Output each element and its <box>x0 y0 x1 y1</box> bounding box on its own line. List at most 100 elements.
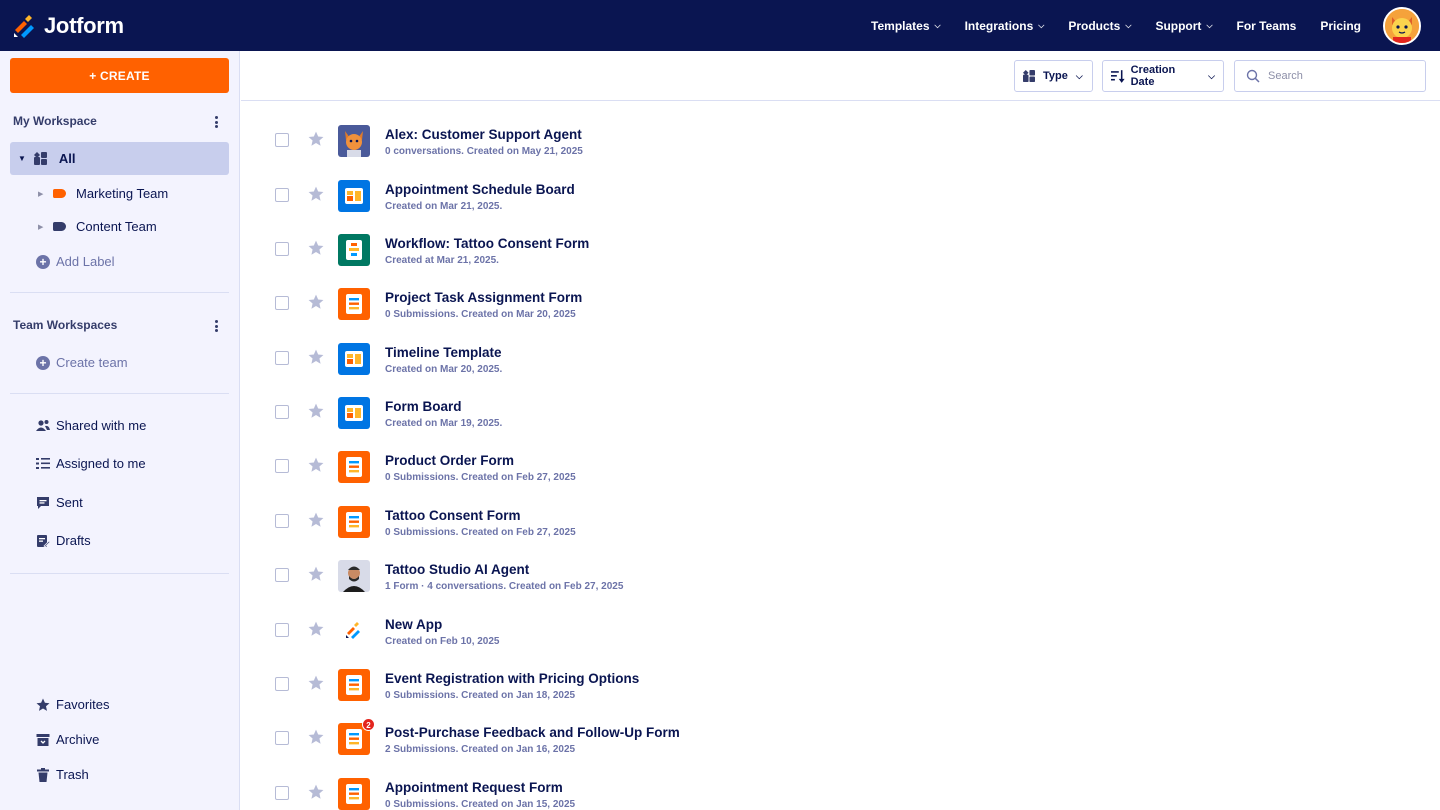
nav-templates[interactable]: Templates ⌵ <box>871 19 941 33</box>
favorite-star-icon[interactable] <box>308 349 324 365</box>
item-title[interactable]: Tattoo Consent Form <box>385 508 521 523</box>
chevron-down-icon: ⌵ <box>1206 20 1213 30</box>
favorite-star-icon[interactable] <box>308 675 324 691</box>
row-checkbox[interactable] <box>275 133 289 147</box>
create-team-button[interactable]: + Create team <box>36 355 128 370</box>
sidebar-item-shared-with-me[interactable]: Shared with me <box>36 418 146 433</box>
list-item[interactable]: Form Board Created on Mar 19, 2025. <box>241 373 1440 429</box>
list-item[interactable]: Workflow: Tattoo Consent Form Created at… <box>241 210 1440 266</box>
team-workspaces-title: Team Workspaces <box>13 318 118 332</box>
favorite-star-icon[interactable] <box>308 566 324 582</box>
sidebar-item-favorites[interactable]: Favorites <box>36 697 109 712</box>
row-checkbox[interactable] <box>275 405 289 419</box>
sidebar-item-drafts[interactable]: Drafts <box>36 533 91 548</box>
row-checkbox[interactable] <box>275 188 289 202</box>
jotform-logo[interactable]: Jotform <box>12 0 124 51</box>
item-title[interactable]: New App <box>385 617 442 632</box>
item-title[interactable]: Post-Purchase Feedback and Follow-Up For… <box>385 725 680 740</box>
favorite-star-icon[interactable] <box>308 294 324 310</box>
item-title[interactable]: Appointment Schedule Board <box>385 182 575 197</box>
list-item[interactable]: Tattoo Consent Form 0 Submissions. Creat… <box>241 482 1440 538</box>
favorite-star-icon[interactable] <box>308 457 324 473</box>
item-title[interactable]: Appointment Request Form <box>385 780 563 795</box>
form-icon <box>338 506 370 538</box>
item-title[interactable]: Form Board <box>385 399 462 414</box>
row-checkbox[interactable] <box>275 351 289 365</box>
sort-button[interactable]: Creation Date ⌵ <box>1102 60 1224 92</box>
favorite-star-icon[interactable] <box>308 403 324 419</box>
sidebar-item-marketing-team[interactable]: ▶ Marketing Team <box>38 186 168 201</box>
sidebar-item-trash[interactable]: Trash <box>36 767 89 782</box>
favorite-star-icon[interactable] <box>308 186 324 202</box>
sidebar-divider <box>10 573 229 574</box>
nav-pricing-label: Pricing <box>1320 18 1361 33</box>
list-item[interactable]: Timeline Template Created on Mar 20, 202… <box>241 319 1440 375</box>
list-item[interactable]: Appointment Request Form 0 Submissions. … <box>241 754 1440 810</box>
row-checkbox[interactable] <box>275 459 289 473</box>
jotform-logo-icon <box>14 14 34 38</box>
list-item[interactable]: Event Registration with Pricing Options … <box>241 645 1440 701</box>
row-checkbox[interactable] <box>275 296 289 310</box>
item-title[interactable]: Tattoo Studio AI Agent <box>385 562 529 577</box>
sidebar-item-archive[interactable]: Archive <box>36 732 99 747</box>
row-checkbox[interactable] <box>275 623 289 637</box>
shared-users-icon <box>36 420 50 431</box>
create-button[interactable]: + CREATE <box>10 58 229 93</box>
item-title[interactable]: Event Registration with Pricing Options <box>385 671 639 686</box>
user-avatar[interactable] <box>1383 6 1421 45</box>
sort-label: Creation Date <box>1130 64 1176 88</box>
list-toolbar: Type ⌵ Creation Date ⌵ <box>241 51 1440 101</box>
sidebar-item-assigned-to-me[interactable]: Assigned to me <box>36 456 146 471</box>
forms-list: Alex: Customer Support Agent 0 conversat… <box>241 101 1440 810</box>
caret-right-icon: ▶ <box>38 223 44 231</box>
favorite-star-icon[interactable] <box>308 621 324 637</box>
top-navigation-bar: Jotform Templates ⌵ Integrations ⌵ Product… <box>0 0 1440 51</box>
item-title[interactable]: Workflow: Tattoo Consent Form <box>385 236 589 251</box>
type-filter-button[interactable]: Type ⌵ <box>1014 60 1093 92</box>
nav-products[interactable]: Products ⌵ <box>1068 19 1131 33</box>
item-title[interactable]: Project Task Assignment Form <box>385 290 582 305</box>
chevron-down-icon: ⌵ <box>1038 20 1045 30</box>
list-item[interactable]: Tattoo Studio AI Agent 1 Form · 4 conver… <box>241 536 1440 592</box>
list-item[interactable]: 2 Post-Purchase Feedback and Follow-Up F… <box>241 699 1440 755</box>
sidebar-item-content-team[interactable]: ▶ Content Team <box>38 219 157 234</box>
nav-pricing[interactable]: Pricing <box>1320 19 1361 33</box>
row-checkbox[interactable] <box>275 786 289 800</box>
sidebar-item-sent[interactable]: Sent <box>36 495 83 510</box>
item-meta: 0 Submissions. Created on Jan 15, 2025 <box>385 799 576 810</box>
list-item[interactable]: Product Order Form 0 Submissions. Create… <box>241 427 1440 483</box>
item-title[interactable]: Timeline Template <box>385 345 502 360</box>
item-title[interactable]: Alex: Customer Support Agent <box>385 127 582 142</box>
nav-templates-label: Templates <box>871 18 930 33</box>
favorite-star-icon[interactable] <box>308 729 324 745</box>
add-label-button[interactable]: + Add Label <box>36 254 115 269</box>
app-icon <box>338 615 370 647</box>
nav-support[interactable]: Support ⌵ <box>1155 19 1212 33</box>
list-item[interactable]: New App Created on Feb 10, 2025 <box>241 591 1440 647</box>
list-item[interactable]: Appointment Schedule Board Created on Ma… <box>241 156 1440 212</box>
drafts-icon <box>37 534 50 548</box>
search-input[interactable] <box>1268 70 1418 82</box>
nav-for-teams[interactable]: For Teams <box>1237 19 1297 33</box>
favorite-star-icon[interactable] <box>308 240 324 256</box>
caret-down-icon: ▼ <box>18 154 26 163</box>
row-checkbox[interactable] <box>275 677 289 691</box>
brand-name: Jotform <box>44 12 124 38</box>
nav-integrations[interactable]: Integrations ⌵ <box>965 19 1045 33</box>
row-checkbox[interactable] <box>275 568 289 582</box>
row-checkbox[interactable] <box>275 242 289 256</box>
favorite-star-icon[interactable] <box>308 512 324 528</box>
team-workspaces-more-icon[interactable] <box>210 319 222 333</box>
list-item[interactable]: Project Task Assignment Form 0 Submissio… <box>241 264 1440 320</box>
sidebar-item-all[interactable]: ▼ All <box>10 142 229 175</box>
row-checkbox[interactable] <box>275 731 289 745</box>
list-item[interactable]: Alex: Customer Support Agent 0 conversat… <box>241 101 1440 157</box>
agent-person-thumbnail-icon <box>338 560 370 592</box>
favorite-star-icon[interactable] <box>308 131 324 147</box>
item-title[interactable]: Product Order Form <box>385 453 514 468</box>
favorite-star-icon[interactable] <box>308 784 324 800</box>
my-workspace-more-icon[interactable] <box>210 115 222 129</box>
nav-products-label: Products <box>1068 18 1121 33</box>
fox-avatar-icon <box>1385 8 1419 43</box>
row-checkbox[interactable] <box>275 514 289 528</box>
